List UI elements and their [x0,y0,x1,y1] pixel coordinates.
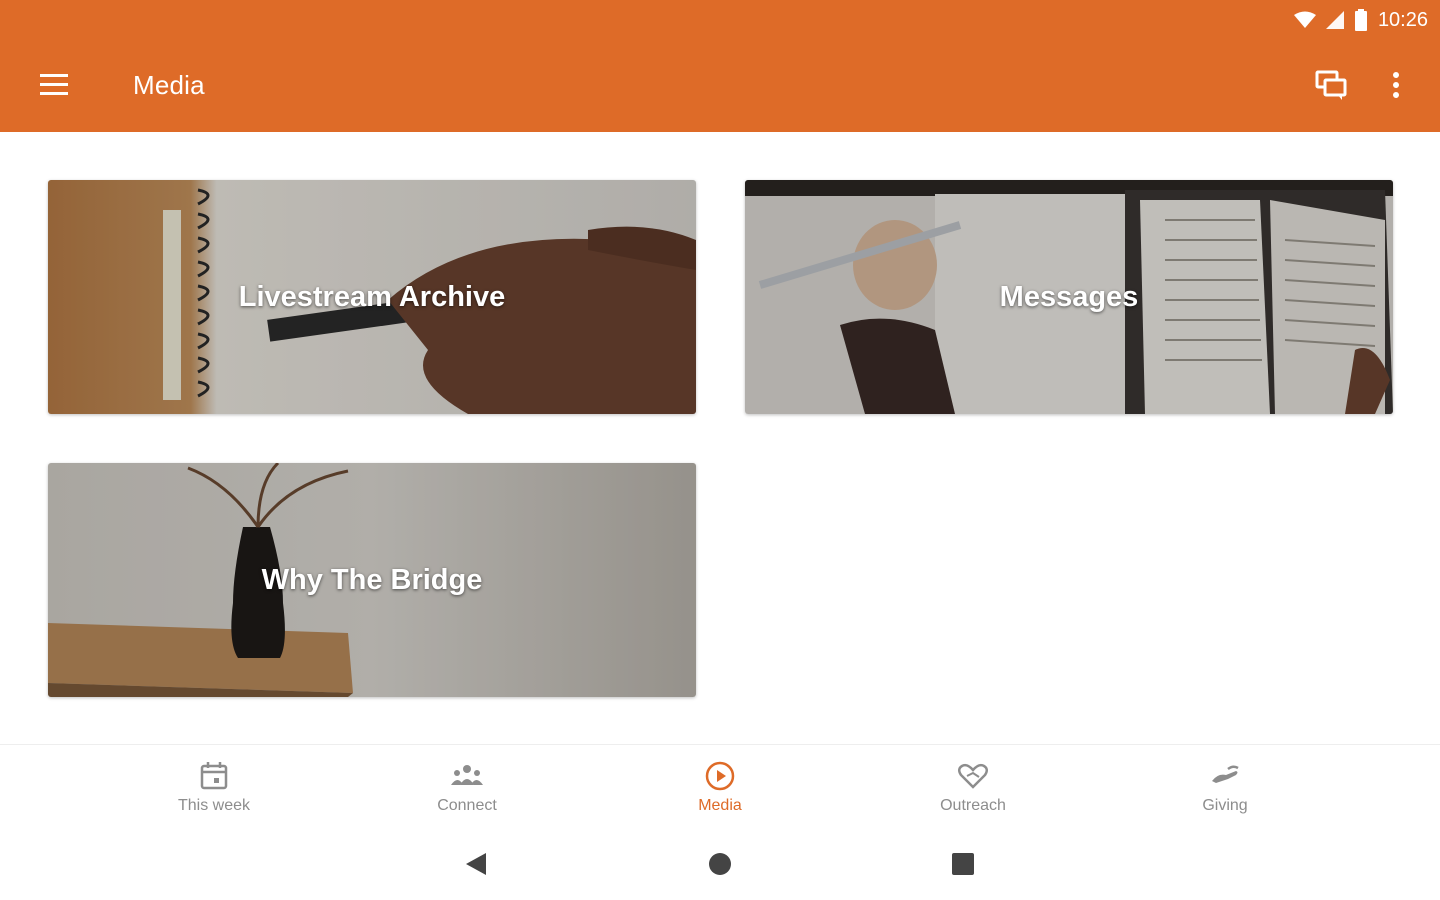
calendar-icon [200,762,228,790]
nav-item-giving[interactable]: Giving [1145,745,1305,827]
nav-item-this-week[interactable]: This week [134,745,294,827]
recents-button[interactable] [949,850,977,878]
cell-signal-icon [1325,11,1344,29]
back-icon [466,853,486,875]
card-livestream-archive[interactable]: Livestream Archive [48,180,696,414]
home-button[interactable] [706,850,734,878]
system-navigation-bar [0,826,1440,900]
more-vert-icon [1393,72,1399,98]
card-why-the-bridge[interactable]: Why The Bridge [48,463,696,697]
nav-item-connect[interactable]: Connect [387,745,547,827]
wifi-icon [1293,11,1316,28]
nav-label: Media [698,797,742,814]
app-bar: 10:26 Media [0,0,1440,132]
giving-hand-icon [1212,765,1239,783]
status-bar: 10:26 [1293,6,1428,34]
group-icon [451,765,483,785]
bottom-navigation: This week Connect Media Outreach Giving [0,744,1440,827]
nav-label: Giving [1202,797,1248,814]
menu-button[interactable] [36,68,72,104]
play-circle-icon [705,761,735,791]
card-messages[interactable]: Messages [745,180,1393,414]
battery-icon [1354,9,1367,31]
nav-item-outreach[interactable]: Outreach [893,745,1053,827]
card-label: Livestream Archive [238,280,506,313]
home-icon [709,853,731,875]
more-options-button[interactable] [1382,66,1410,106]
nav-label: Connect [437,797,497,814]
back-button[interactable] [462,850,490,878]
page-title: Media [133,70,205,100]
nav-label: This week [177,797,251,814]
card-label: Messages [999,280,1139,313]
recents-icon [952,853,974,875]
chat-button[interactable] [1312,66,1352,106]
card-label: Why The Bridge [261,563,483,596]
nav-item-media[interactable]: Media [640,745,800,827]
chat-icon [1315,70,1347,100]
nav-label: Outreach [940,797,1006,814]
hamburger-menu-icon [40,74,68,95]
status-time: 10:26 [1377,8,1428,31]
heart-hands-icon [958,763,988,789]
